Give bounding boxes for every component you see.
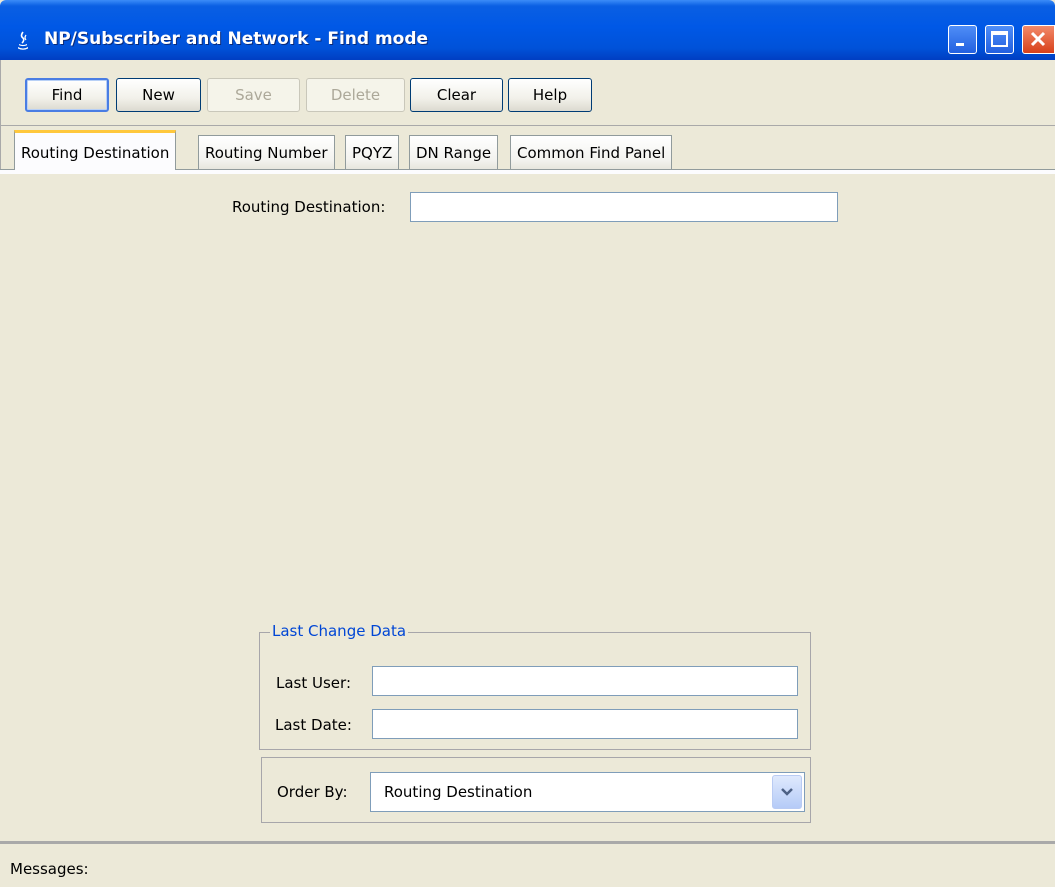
order-by-select[interactable]: Routing Destination [370, 772, 805, 812]
close-button[interactable] [1022, 25, 1055, 54]
find-button[interactable]: Find [25, 78, 109, 112]
tab-dn-range[interactable]: DN Range [409, 135, 499, 170]
last-user-label: Last User: [276, 674, 351, 692]
order-by-selected-value: Routing Destination [384, 783, 533, 801]
order-by-dropdown-button[interactable] [772, 775, 802, 809]
last-date-input[interactable] [373, 710, 797, 738]
last-user-input[interactable] [373, 667, 797, 695]
new-button[interactable]: New [116, 78, 201, 112]
maximize-icon [991, 31, 1008, 47]
tab-common-find-panel[interactable]: Common Find Panel [510, 135, 673, 170]
last-date-field[interactable] [372, 709, 798, 739]
title-bar: NP/Subscriber and Network - Find mode [0, 0, 1055, 60]
order-by-label: Order By: [277, 783, 348, 801]
tab-routing-destination[interactable]: Routing Destination [14, 130, 177, 170]
minimize-button[interactable] [948, 25, 977, 54]
minimize-icon [956, 43, 964, 46]
help-button[interactable]: Help [508, 78, 592, 112]
tab-routing-number[interactable]: Routing Number [198, 135, 335, 170]
close-icon [1030, 31, 1046, 47]
java-app-icon [18, 31, 28, 50]
delete-button[interactable]: Delete [306, 78, 405, 112]
window-title: NP/Subscriber and Network - Find mode [44, 29, 429, 49]
routing-destination-label: Routing Destination: [232, 198, 386, 216]
last-user-field[interactable] [372, 666, 798, 696]
maximize-button[interactable] [985, 25, 1014, 54]
routing-destination-field[interactable] [410, 192, 838, 222]
clear-button[interactable]: Clear [410, 78, 503, 112]
last-change-title: Last Change Data [270, 622, 409, 640]
toolbar: Find New Save Delete Clear Help [0, 60, 1055, 126]
save-button[interactable]: Save [207, 78, 300, 112]
tab-pqyz[interactable]: PQYZ [345, 135, 400, 170]
messages-label: Messages: [10, 860, 89, 878]
chevron-down-icon [781, 788, 793, 796]
last-date-label: Last Date: [275, 716, 352, 734]
tab-bar: Routing Destination Routing Number PQYZ … [0, 126, 1055, 170]
messages-bar: Messages: [0, 841, 1055, 887]
routing-destination-input[interactable] [411, 193, 837, 221]
